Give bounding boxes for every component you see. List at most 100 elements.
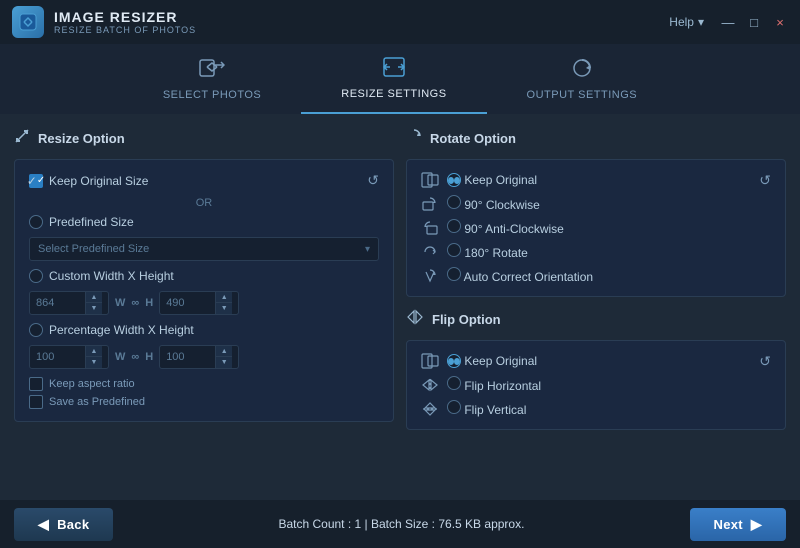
rotate-acw90-icon [421, 220, 439, 236]
rotate-section-title: Rotate Option [430, 131, 516, 146]
rotate-keep-radio[interactable] [447, 173, 461, 187]
rotate-acw90-row: 90° Anti-Clockwise [421, 219, 593, 236]
footer: ◀ Back Batch Count : 1 | Batch Size : 76… [0, 500, 800, 548]
app-icon [12, 6, 44, 38]
rotate-keep-icon [421, 172, 439, 188]
select-photos-icon [199, 57, 225, 85]
rotate-card: Keep Original 90° Clockwise [406, 159, 786, 297]
save-predefined-checkbox[interactable] [29, 395, 43, 409]
tab-select-photos[interactable]: SELECT PHOTOS [123, 44, 301, 114]
flip-section-title: Flip Option [432, 312, 501, 327]
batch-size: 76.5 KB approx. [438, 517, 524, 531]
flip-keep-label[interactable]: Keep Original [447, 354, 537, 369]
flip-vertical-label[interactable]: Flip Vertical [447, 400, 526, 417]
custom-radio[interactable] [29, 269, 43, 283]
save-predefined-row[interactable]: Save as Predefined [29, 395, 379, 409]
flip-options: Keep Original Fli [421, 353, 541, 417]
custom-height-input[interactable]: ▲ ▼ [159, 291, 239, 315]
pct-height-up[interactable]: ▲ [216, 346, 232, 357]
custom-width-down[interactable]: ▼ [86, 303, 102, 314]
close-button[interactable]: × [772, 15, 788, 30]
pct-height-down[interactable]: ▼ [216, 357, 232, 368]
flip-h-icon [421, 377, 439, 393]
rotate-keep-original-row: Keep Original [421, 172, 593, 188]
flip-card: Keep Original Fli [406, 340, 786, 430]
resize-section-header: Resize Option [14, 128, 394, 149]
keep-original-checkbox[interactable]: ✓ [29, 174, 43, 188]
rotate-auto-row: Auto Correct Orientation [421, 267, 593, 284]
predefined-row: Predefined Size [29, 215, 379, 229]
rotate-180-radio[interactable] [447, 243, 461, 257]
custom-width-up[interactable]: ▲ [86, 292, 102, 303]
link-icon-pct: ∞ [131, 351, 139, 363]
flip-section: Flip Option [406, 309, 786, 430]
percentage-label[interactable]: Percentage Width X Height [29, 323, 194, 337]
keep-original-label[interactable]: ✓ Keep Original Size [29, 174, 148, 188]
flip-reset-button[interactable]: ↺ [759, 353, 771, 370]
keep-original-row: ✓ Keep Original Size ↺ [29, 172, 379, 189]
flip-v-icon [421, 401, 439, 417]
rotate-auto-label[interactable]: Auto Correct Orientation [447, 267, 593, 284]
custom-height-spinner: ▲ ▼ [215, 292, 232, 314]
title-bar-right: Help ▾ — □ × [669, 15, 788, 30]
maximize-button[interactable]: □ [746, 15, 762, 30]
rotate-reset-button[interactable]: ↺ [759, 172, 771, 189]
output-settings-icon [569, 57, 595, 85]
help-button[interactable]: Help ▾ [669, 15, 704, 29]
pct-width-down[interactable]: ▼ [86, 357, 102, 368]
keep-aspect-row[interactable]: Keep aspect ratio [29, 377, 379, 391]
custom-dimension-row: ▲ ▼ W ∞ H ▲ ▼ [29, 291, 379, 315]
resize-reset-button[interactable]: ↺ [367, 172, 379, 189]
custom-label[interactable]: Custom Width X Height [29, 269, 174, 283]
flip-keep-radio[interactable] [447, 354, 461, 368]
next-button[interactable]: Next ▶ [690, 508, 786, 541]
pct-width-input[interactable]: ▲ ▼ [29, 345, 109, 369]
rotate-acw90-radio[interactable] [447, 219, 461, 233]
flip-horizontal-label[interactable]: Flip Horizontal [447, 376, 541, 393]
flip-keep-row: Keep Original [421, 353, 541, 369]
custom-height-down[interactable]: ▼ [216, 303, 232, 314]
title-bar: IMAGE RESIZER RESIZE BATCH OF PHOTOS Hel… [0, 0, 800, 44]
resize-panel: Resize Option ✓ Keep Original Size ↺ OR [14, 128, 394, 490]
rotate-acw90-label[interactable]: 90° Anti-Clockwise [447, 219, 564, 236]
tab-select-photos-label: SELECT PHOTOS [163, 89, 261, 101]
predefined-label[interactable]: Predefined Size [29, 215, 134, 229]
flip-section-icon [406, 309, 424, 330]
tab-output-settings[interactable]: OUTPUT SETTINGS [487, 44, 678, 114]
custom-height-up[interactable]: ▲ [216, 292, 232, 303]
rotate-auto-radio[interactable] [447, 267, 461, 281]
rotate-auto-icon [421, 268, 439, 284]
rotate-keep-label[interactable]: Keep Original [447, 173, 537, 188]
keep-aspect-checkbox[interactable] [29, 377, 43, 391]
rotate-section-header: Rotate Option [406, 128, 786, 149]
flip-h-radio[interactable] [447, 376, 461, 390]
pct-w-label: W [115, 351, 125, 363]
flip-section-header: Flip Option [406, 309, 786, 330]
rotate-cw90-label[interactable]: 90° Clockwise [447, 195, 540, 212]
rotate-cw90-radio[interactable] [447, 195, 461, 209]
tab-resize-settings[interactable]: RESIZE SETTINGS [301, 44, 486, 114]
predefined-select[interactable]: Select Predefined Size ▾ [29, 237, 379, 261]
title-bar-left: IMAGE RESIZER RESIZE BATCH OF PHOTOS [12, 6, 196, 38]
percentage-dimension-row: ▲ ▼ W ∞ H ▲ ▼ [29, 345, 379, 369]
minimize-button[interactable]: — [720, 15, 736, 30]
right-panel: Rotate Option Keep Or [406, 128, 786, 490]
back-button[interactable]: ◀ Back [14, 508, 113, 541]
rotate-180-icon [421, 244, 439, 260]
resize-section-icon [14, 128, 30, 149]
custom-h-label: H [145, 297, 153, 309]
custom-w-label: W [115, 297, 125, 309]
rotate-180-label[interactable]: 180° Rotate [447, 243, 528, 260]
pct-width-up[interactable]: ▲ [86, 346, 102, 357]
pct-height-spinner: ▲ ▼ [215, 346, 232, 368]
select-arrow-icon: ▾ [365, 244, 370, 255]
percentage-radio[interactable] [29, 323, 43, 337]
back-arrow-icon: ◀ [38, 516, 49, 533]
flip-horizontal-row: Flip Horizontal [421, 376, 541, 393]
pct-height-input[interactable]: ▲ ▼ [159, 345, 239, 369]
tab-resize-settings-label: RESIZE SETTINGS [341, 88, 446, 100]
flip-v-radio[interactable] [447, 400, 461, 414]
custom-width-input[interactable]: ▲ ▼ [29, 291, 109, 315]
flip-keep-icon [421, 353, 439, 369]
predefined-radio[interactable] [29, 215, 43, 229]
